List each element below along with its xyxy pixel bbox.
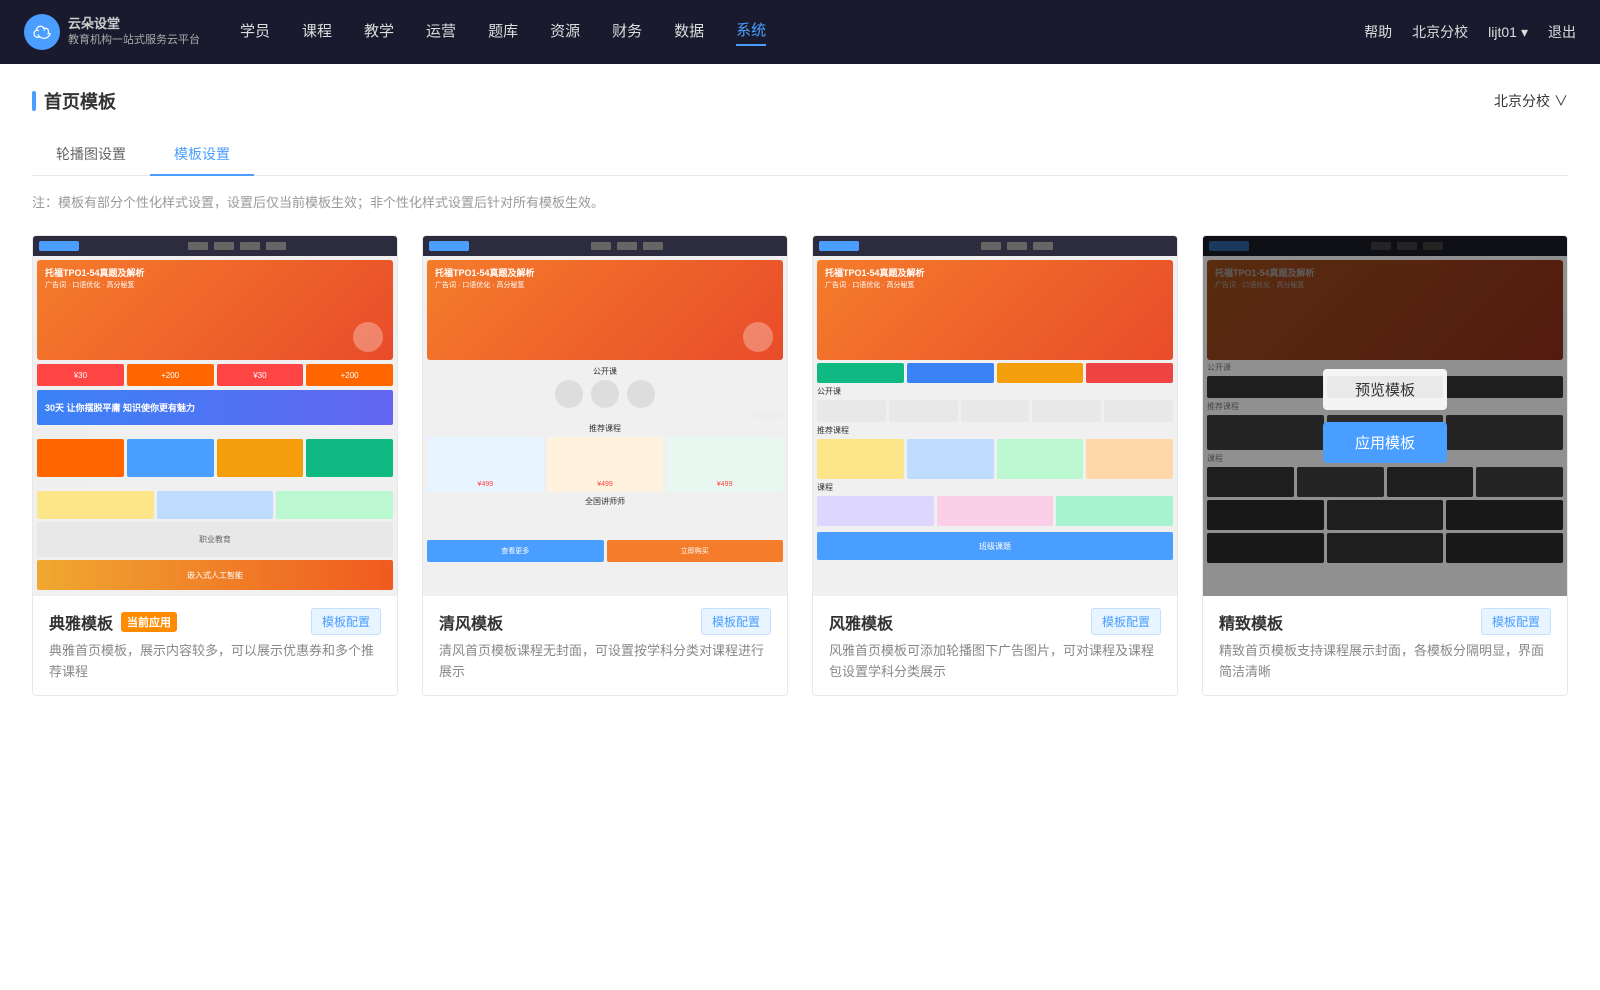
template-footer-2: 清风模板 模板配置 清风首页模板课程无封面，可设置按学科分类对课程进行展示 <box>423 596 787 695</box>
navbar: ☁ 云朵设堂 教育机构一站式服务云平台 学员 课程 教学 运营 题库 资源 财务… <box>0 0 1600 64</box>
tab-carousel[interactable]: 轮播图设置 <box>32 134 150 176</box>
nav-system[interactable]: 系统 <box>736 19 766 46</box>
template-desc-3: 风雅首页模板可添加轮播图下广告图片，可对课程及课程包设置学科分类展示 <box>829 641 1161 683</box>
nav-questionbank[interactable]: 题库 <box>488 20 518 45</box>
tabs: 轮播图设置 模板设置 <box>32 134 1568 176</box>
nav-resource[interactable]: 资源 <box>550 20 580 45</box>
tab-template[interactable]: 模板设置 <box>150 134 254 176</box>
nav-teaching[interactable]: 教学 <box>364 20 394 45</box>
config-button-3[interactable]: 模板配置 <box>1091 608 1161 635</box>
config-button-1[interactable]: 模板配置 <box>311 608 381 635</box>
template-preview-2: 托福TPO1-54真题及解析 广告词 · 口语优化 · 高分秘笈 公开课 推荐课… <box>423 236 787 596</box>
user-dropdown[interactable]: lijt01 ▾ <box>1488 24 1528 41</box>
logo-icon: ☁ <box>24 14 60 50</box>
templates-grid: 托福TPO1-54真题及解析 广告词 · 口语优化 · 高分秘笈 ¥30 +20… <box>32 235 1568 696</box>
template-card-3[interactable]: 托福TPO1-54真题及解析 广告词 · 口语优化 · 高分秘笈 公开课 <box>812 235 1178 696</box>
nav-operation[interactable]: 运营 <box>426 20 456 45</box>
logo-text: 云朵设堂 教育机构一站式服务云平台 <box>68 16 200 47</box>
template-preview-1: 托福TPO1-54真题及解析 广告词 · 口语优化 · 高分秘笈 ¥30 +20… <box>33 236 397 596</box>
template-preview-4: 托福TPO1-54真题及解析 广告词 · 口语优化 · 高分秘笈 公开课 推荐课… <box>1203 236 1567 596</box>
note-text: 注：模板有部分个性化样式设置，设置后仅当前模板生效；非个性化样式设置后针对所有模… <box>32 192 1568 211</box>
apply-template-button[interactable]: 应用模板 <box>1323 422 1447 463</box>
template-footer-4: 精致模板 模板配置 精致首页模板支持课程展示封面，各模板分隔明显，界面简洁清晰 <box>1203 596 1567 695</box>
current-badge-1: 当前应用 <box>121 612 177 632</box>
template-footer-1: 典雅模板 当前应用 模板配置 典雅首页模板，展示内容较多，可以展示优惠券和多个推… <box>33 596 397 695</box>
nav-student[interactable]: 学员 <box>240 20 270 45</box>
config-button-2[interactable]: 模板配置 <box>701 608 771 635</box>
template-card-2[interactable]: 托福TPO1-54真题及解析 广告词 · 口语优化 · 高分秘笈 公开课 推荐课… <box>422 235 788 696</box>
nav-course[interactable]: 课程 <box>302 20 332 45</box>
config-button-4[interactable]: 模板配置 <box>1481 608 1551 635</box>
template-card-1[interactable]: 托福TPO1-54真题及解析 广告词 · 口语优化 · 高分秘笈 ¥30 +20… <box>32 235 398 696</box>
template-name-2: 清风模板 <box>439 610 503 634</box>
branch-label: 北京分校 <box>1494 91 1550 111</box>
logo[interactable]: ☁ 云朵设堂 教育机构一站式服务云平台 <box>24 14 200 50</box>
nav-finance[interactable]: 财务 <box>612 20 642 45</box>
preview-template-button[interactable]: 预览模板 <box>1323 369 1447 410</box>
page-title: 首页模板 <box>32 88 116 114</box>
help-link[interactable]: 帮助 <box>1364 22 1392 42</box>
branch-selector[interactable]: 北京分校 ∨ <box>1494 91 1568 111</box>
template-desc-1: 典雅首页模板，展示内容较多，可以展示优惠券和多个推荐课程 <box>49 641 381 683</box>
username: lijt01 <box>1488 24 1517 40</box>
template-card-4[interactable]: 托福TPO1-54真题及解析 广告词 · 口语优化 · 高分秘笈 公开课 推荐课… <box>1202 235 1568 696</box>
template-desc-4: 精致首页模板支持课程展示封面，各模板分隔明显，界面简洁清晰 <box>1219 641 1551 683</box>
template-name-1: 典雅模板 当前应用 <box>49 610 177 634</box>
branch-dropdown-icon: ∨ <box>1554 91 1568 111</box>
template-overlay-4: 预览模板 应用模板 <box>1203 236 1567 596</box>
main-nav: 学员 课程 教学 运营 题库 资源 财务 数据 系统 <box>240 19 1364 46</box>
template-preview-3: 托福TPO1-54真题及解析 广告词 · 口语优化 · 高分秘笈 公开课 <box>813 236 1177 596</box>
nav-data[interactable]: 数据 <box>674 20 704 45</box>
template-name-4: 精致模板 <box>1219 610 1283 634</box>
logout-button[interactable]: 退出 <box>1548 22 1576 42</box>
page-header: 首页模板 北京分校 ∨ <box>32 88 1568 114</box>
template-footer-3: 风雅模板 模板配置 风雅首页模板可添加轮播图下广告图片，可对课程及课程包设置学科… <box>813 596 1177 695</box>
branch-name[interactable]: 北京分校 <box>1412 22 1468 42</box>
template-desc-2: 清风首页模板课程无封面，可设置按学科分类对课程进行展示 <box>439 641 771 683</box>
page-container: 首页模板 北京分校 ∨ 轮播图设置 模板设置 注：模板有部分个性化样式设置，设置… <box>0 64 1600 990</box>
navbar-right: 帮助 北京分校 lijt01 ▾ 退出 <box>1364 22 1576 42</box>
template-name-3: 风雅模板 <box>829 610 893 634</box>
dropdown-arrow: ▾ <box>1521 24 1528 41</box>
